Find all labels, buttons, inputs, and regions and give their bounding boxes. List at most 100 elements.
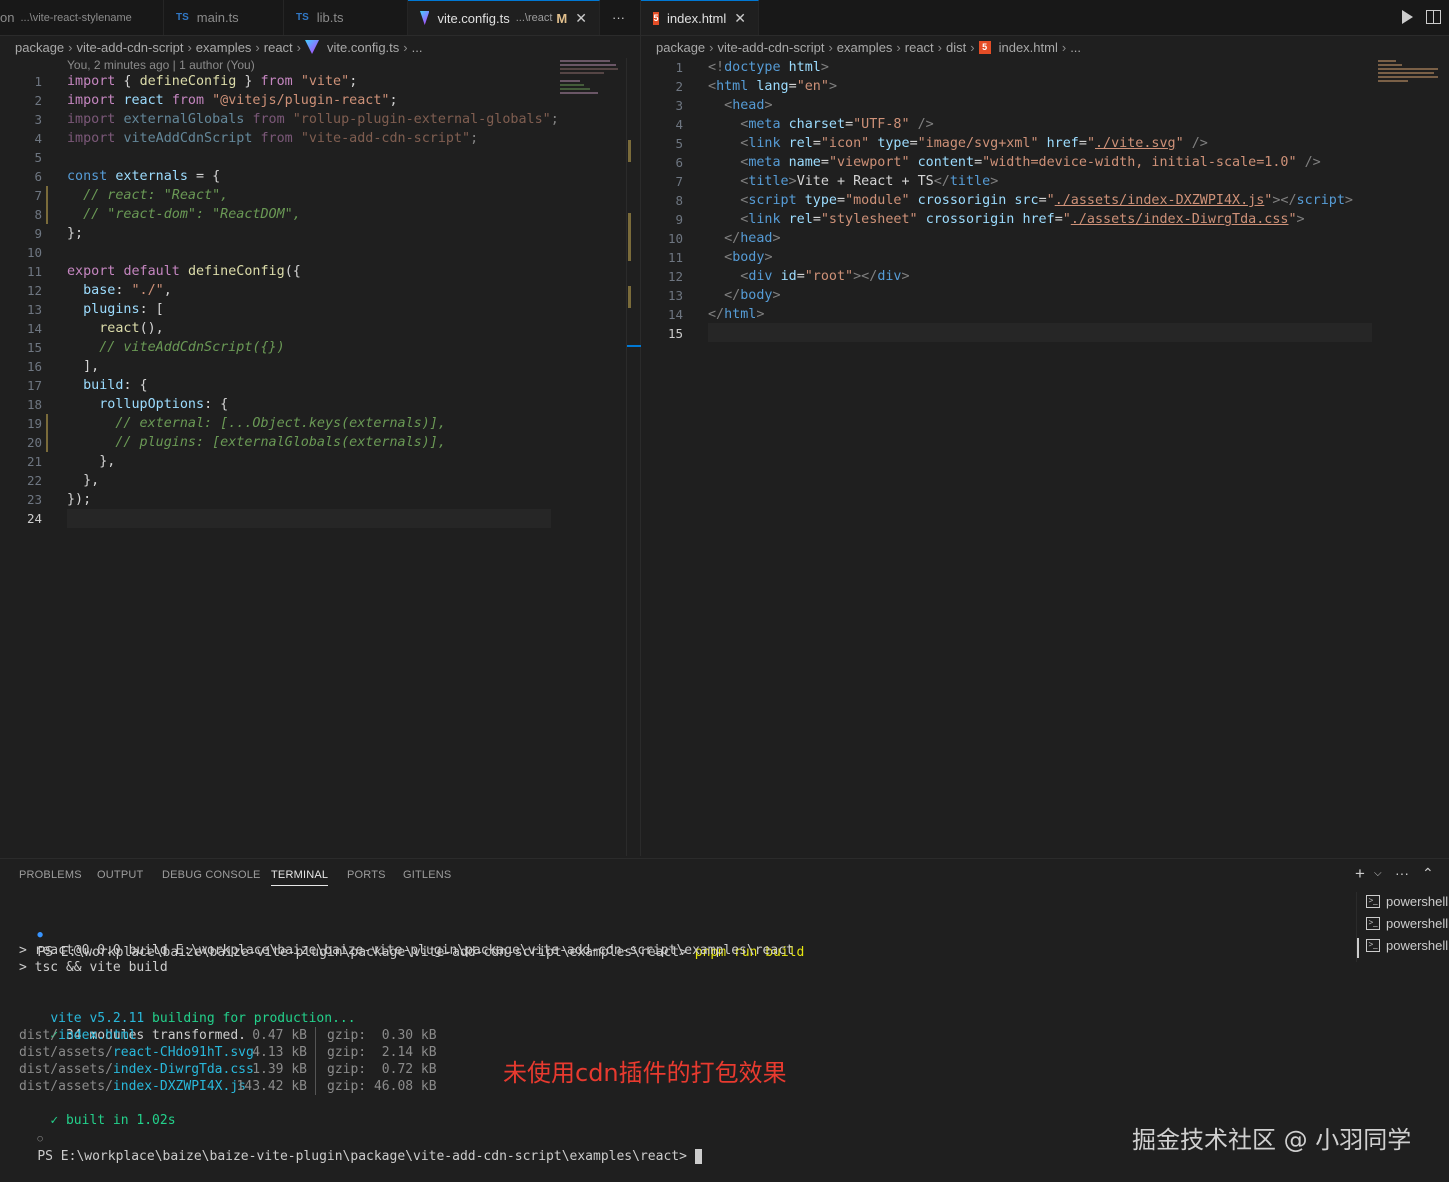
code-line: 7 // react: "React", — [0, 186, 620, 205]
line-number: 7 — [34, 188, 42, 203]
tab-ports[interactable]: PORTS — [347, 869, 386, 881]
tab-vite-react-stylename[interactable]: on ...\vite-react-stylename — [0, 0, 164, 35]
code-line: 17 build: { — [0, 376, 620, 395]
close-icon[interactable]: ✕ — [575, 10, 587, 27]
line-number: 9 — [675, 212, 683, 227]
code-line: 15 — [641, 324, 1441, 343]
breadcrumb-item[interactable]: examples — [837, 40, 893, 55]
breadcrumb-item[interactable]: package — [656, 40, 705, 55]
breadcrumb-item[interactable]: react — [905, 40, 934, 55]
code-line: 21 }, — [0, 452, 620, 471]
editor-vite-config[interactable]: You, 2 minutes ago | 1 author (You) 1 imp… — [0, 58, 626, 856]
breadcrumb-item[interactable]: vite.config.ts — [327, 40, 399, 55]
breadcrumb-item[interactable]: vite-add-cdn-script — [718, 40, 825, 55]
tab-index-html[interactable]: 5 index.html ✕ — [641, 0, 759, 35]
line-number: 20 — [26, 435, 42, 450]
terminal-line: ● PS E:\workplace\baize\baize-vite-plugi… — [37, 930, 805, 960]
line-number: 13 — [667, 288, 683, 303]
chevron-right-icon: › — [937, 39, 943, 55]
breadcrumb-item[interactable]: examples — [196, 40, 252, 55]
editor-index-html[interactable]: 1 <!doctype html> 2 <html lang="en"> 3 <head… — [641, 58, 1449, 856]
line-number: 17 — [26, 378, 42, 393]
code-line: 2 <html lang="en"> — [641, 77, 1441, 96]
watermark: 掘金技术社区 @ 小羽同学 — [1132, 1126, 1412, 1154]
breadcrumb-item[interactable]: dist — [946, 40, 966, 55]
git-change-marker — [46, 414, 48, 433]
code-line: 8 // "react-dom": "ReactDOM", — [0, 205, 620, 224]
shell-item[interactable]: >_ powershell — [1366, 938, 1448, 953]
chevron-down-icon[interactable]: ⌵ — [1374, 868, 1382, 879]
close-icon[interactable]: ✕ — [734, 10, 746, 27]
line-number: 6 — [675, 155, 683, 170]
new-terminal-icon[interactable]: + — [1355, 864, 1365, 884]
breadcrumb-item[interactable]: vite-add-cdn-script — [77, 40, 184, 55]
code-line: 5 <link rel="icon" type="image/svg+xml" … — [641, 134, 1441, 153]
code-line: 3 <head> — [641, 96, 1441, 115]
line-number: 1 — [675, 60, 683, 75]
left-tab-bar: on ...\vite-react-stylename TS main.ts T… — [0, 0, 640, 36]
more-icon[interactable]: ··· — [1395, 865, 1409, 881]
current-line-highlight — [67, 509, 551, 528]
tab-lib-ts[interactable]: TS lib.ts — [284, 0, 408, 35]
breadcrumb-item[interactable]: index.html — [999, 40, 1058, 55]
status-dot-icon: ● — [37, 930, 43, 940]
code-line: 1 <!doctype html> — [641, 58, 1441, 77]
breadcrumb-item[interactable]: ... — [412, 40, 423, 55]
more-actions-button[interactable]: ··· — [600, 0, 637, 35]
line-number: 18 — [26, 397, 42, 412]
right-tab-bar: 5 index.html ✕ — [641, 0, 1449, 36]
chevron-right-icon: › — [828, 39, 833, 55]
shell-item[interactable]: >_ powershell — [1366, 916, 1448, 931]
scrollbar-left[interactable] — [626, 58, 641, 856]
separator — [315, 1044, 316, 1061]
code-line: 20 // plugins: [externalGlobals(external… — [0, 433, 620, 452]
code-line: 4 <meta charset="UTF-8" /> — [641, 115, 1441, 134]
chevron-up-icon[interactable]: ⌃ — [1422, 865, 1434, 882]
line-number: 16 — [26, 359, 42, 374]
code-line: 9 <link rel="stylesheet" crossorigin hre… — [641, 210, 1441, 229]
line-number: 12 — [667, 269, 683, 284]
line-number: 11 — [26, 264, 42, 279]
line-number: 3 — [675, 98, 683, 113]
breadcrumb-item[interactable]: package — [15, 40, 64, 55]
line-number: 22 — [26, 473, 42, 488]
tab-prefix: on — [0, 10, 15, 25]
separator — [315, 1061, 316, 1078]
line-number: 10 — [26, 245, 42, 260]
terminal-line: > react@0.0.0 build E:\workplace\baize\b… — [19, 943, 794, 958]
code-line: 16 ], — [0, 357, 620, 376]
line-number: 21 — [26, 454, 42, 469]
terminal-list-scroll-indicator — [1357, 938, 1359, 958]
tab-gitlens[interactable]: GITLENS — [403, 869, 451, 881]
tab-vite-config[interactable]: vite.config.ts ...\react M ✕ — [408, 0, 600, 35]
line-number: 11 — [667, 250, 683, 265]
run-icon[interactable] — [1402, 10, 1413, 24]
code-line: 12 <div id="root"></div> — [641, 267, 1441, 286]
tab-problems[interactable]: PROBLEMS — [19, 869, 82, 881]
breadcrumb-item[interactable]: react — [264, 40, 293, 55]
build-output-row: dist/assets/react-CHdo91hT.svg 4.13 kB gzi… — [19, 1044, 437, 1061]
code-line: 5 — [0, 148, 620, 167]
shell-item[interactable]: >_ powershell — [1366, 894, 1448, 909]
breadcrumb: package › vite-add-cdn-script › examples › rea… — [15, 36, 422, 58]
chevron-right-icon: › — [255, 39, 260, 55]
tab-debug-console[interactable]: DEBUG CONSOLE — [162, 869, 261, 881]
tab-label: ...\vite-react-stylename — [20, 11, 132, 24]
tab-main-ts[interactable]: TS main.ts — [164, 0, 284, 35]
tab-output[interactable]: OUTPUT — [97, 869, 143, 881]
terminal-icon: >_ — [1366, 939, 1380, 952]
terminal-line: ✓ 34 modules transformed. — [50, 1028, 246, 1043]
tab-terminal[interactable]: TERMINAL — [271, 869, 329, 886]
code-line: 22 }, — [0, 471, 620, 490]
terminal-line: > tsc && vite build — [19, 960, 168, 975]
line-number: 13 — [26, 302, 42, 317]
html5-icon: 5 — [653, 11, 660, 25]
tab-path: ...\react — [515, 12, 553, 24]
split-editor-icon[interactable] — [1426, 10, 1441, 24]
code-line: 12 base: "./", — [0, 281, 620, 300]
code-line: 19 // external: [...Object.keys(external… — [0, 414, 620, 433]
code-line: 6 <meta name="viewport" content="width=d… — [641, 153, 1441, 172]
code-line: 14 </html> — [641, 305, 1441, 324]
code-line: 4 import viteAddCdnScript from "vite-add-… — [0, 129, 620, 148]
breadcrumb-item[interactable]: ... — [1070, 40, 1081, 55]
